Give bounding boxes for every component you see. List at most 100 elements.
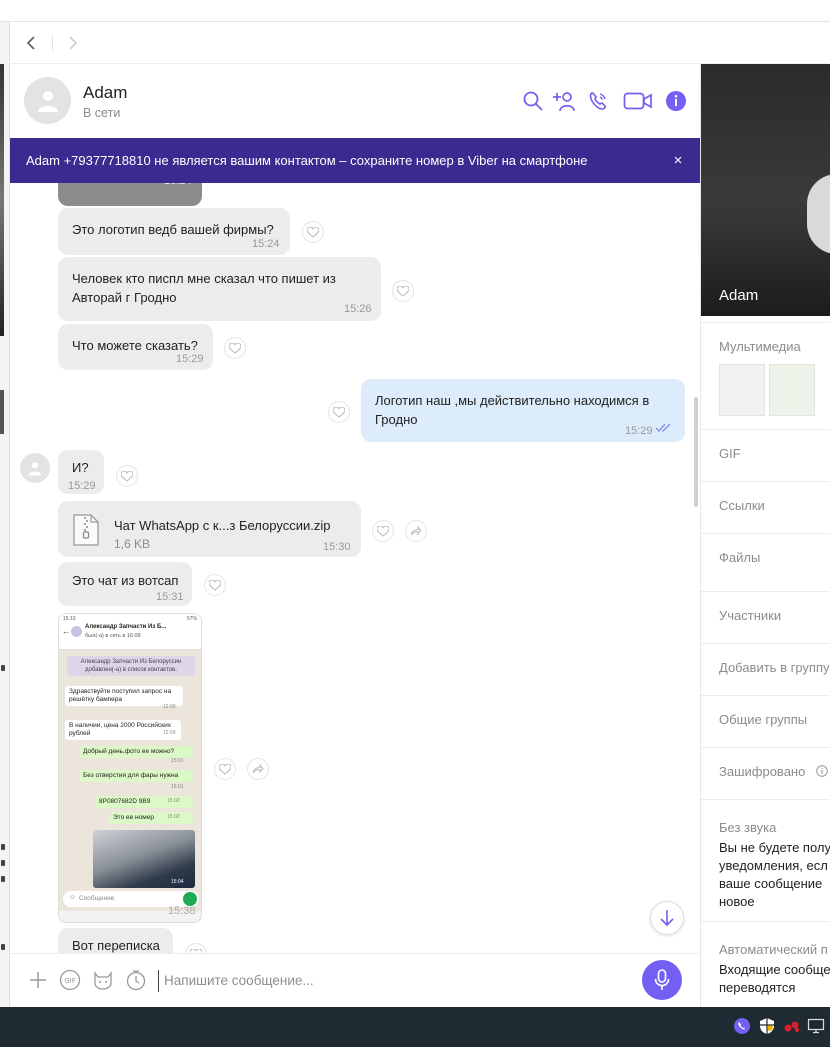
mute-section[interactable]: Без звука Вы не будете полу уведомления,…	[701, 799, 830, 921]
encryption-section[interactable]: Зашифровано	[701, 747, 830, 799]
close-icon: ×	[673, 151, 683, 169]
mute-desc-line: уведомления, есл	[719, 858, 828, 873]
image-message-time: 15:38	[168, 905, 196, 917]
contact-name[interactable]: Adam	[83, 83, 127, 103]
contact-info-panel: Adam Мультимедиа GIF Ссылки Файлы Участн…	[700, 64, 830, 1007]
image-message[interactable]: 15:10 57% ← Александр Запчасти Из Б... б…	[58, 613, 202, 923]
message-bubble-outgoing[interactable]: Логотип наш ,мы действительно находимся …	[361, 379, 685, 442]
shot-back-arrow: ←	[62, 627, 70, 636]
timer-icon	[126, 970, 146, 991]
like-button[interactable]	[302, 221, 324, 243]
shot-status-time: 15:10	[63, 616, 76, 622]
network-tray-button[interactable]	[807, 1017, 825, 1035]
plus-icon	[30, 972, 46, 988]
shot-contact-name: Александр Запчасти Из Б...	[85, 624, 167, 630]
message-bubble[interactable]: Вот переписка	[58, 928, 173, 953]
message-bubble-partial[interactable]: 15:24	[58, 183, 202, 206]
common-groups-label: Общие группы	[719, 712, 808, 727]
contact-avatar[interactable]	[24, 77, 71, 124]
media-thumbnail[interactable]	[769, 364, 815, 416]
like-button[interactable]	[328, 401, 350, 423]
participants-section[interactable]: Участники	[701, 591, 830, 643]
message-input[interactable]: Напишите сообщение...	[158, 970, 628, 992]
message-bubble[interactable]: Это чат из вотсап 15:31	[58, 562, 192, 606]
shot-photo-time: 15:04	[171, 879, 184, 885]
heart-icon	[397, 285, 409, 297]
message-scrollbar[interactable]	[694, 397, 698, 507]
video-call-button[interactable]	[622, 88, 654, 114]
message-text: Вот переписка	[72, 938, 160, 953]
forward-button[interactable]	[405, 520, 427, 542]
call-icon	[589, 92, 607, 110]
shot-battery: 57%	[186, 616, 197, 622]
sticker-button[interactable]	[91, 968, 115, 992]
share-icon	[410, 526, 422, 536]
forward-button[interactable]	[60, 30, 86, 56]
contact-cover-photo: Adam	[701, 64, 830, 316]
voice-message-button[interactable]	[642, 960, 682, 1000]
message-bubble[interactable]: И? 15:29	[58, 450, 104, 494]
message-list[interactable]: 15:24 Это логотип ведб вашей фирмы? 15:2…	[10, 183, 700, 953]
shot-time: 12:09	[163, 704, 176, 710]
info-icon	[666, 91, 686, 111]
auto-desc-line: переводятся	[719, 980, 796, 995]
links-section[interactable]: Ссылки	[701, 481, 830, 533]
shot-message: Это ее номер	[109, 812, 193, 824]
viber-icon	[734, 1018, 750, 1034]
sender-avatar[interactable]	[20, 453, 50, 483]
multimedia-label: Мультимедиа	[719, 339, 801, 354]
forward-button[interactable]	[247, 758, 269, 780]
message-time: 15:26	[344, 303, 372, 315]
search-button[interactable]	[520, 88, 546, 114]
banner-close-button[interactable]: ×	[668, 150, 688, 170]
like-button[interactable]	[372, 520, 394, 542]
like-button[interactable]	[392, 280, 414, 302]
security-tray-button[interactable]	[758, 1017, 776, 1035]
person-icon	[28, 461, 42, 475]
files-section[interactable]: Файлы	[701, 533, 830, 591]
call-button[interactable]	[585, 88, 611, 114]
background-window-strip	[0, 22, 10, 1007]
add-to-group-section[interactable]: Добавить в группу	[701, 643, 830, 695]
message-text: Человек кто писпл мне сказал что пишет и…	[72, 269, 336, 307]
media-thumbnail[interactable]	[719, 364, 765, 416]
gif-label: GIF	[719, 446, 741, 461]
microphone-icon	[654, 969, 670, 990]
search-icon	[523, 91, 543, 111]
common-groups-section[interactable]: Общие группы	[701, 695, 830, 747]
like-button[interactable]	[185, 943, 207, 953]
gif-icon: GIF	[59, 969, 81, 991]
file-message[interactable]: Чат WhatsApp с к...з Белоруссии.zip 1,6 …	[58, 501, 361, 557]
background-window-image-2	[0, 390, 4, 434]
gif-button[interactable]: GIF	[58, 968, 82, 992]
message-text: Это логотип ведб вашей фирмы?	[72, 222, 274, 237]
info-button[interactable]	[663, 88, 689, 114]
message-bubble[interactable]: Это логотип ведб вашей фирмы? 15:24	[58, 208, 290, 255]
message-time: 15:29	[625, 425, 653, 437]
auto-translate-section[interactable]: Автоматический п Входящие сообще перевод…	[701, 921, 830, 1007]
nav-separator	[52, 34, 53, 52]
shot-mic-icon	[183, 892, 197, 906]
app-tray-button[interactable]	[783, 1017, 801, 1035]
message-line: Авторай г Гродно	[72, 290, 177, 305]
gif-section[interactable]: GIF	[701, 429, 830, 481]
attach-button[interactable]	[26, 968, 50, 992]
background-mark	[1, 844, 5, 850]
like-button[interactable]	[204, 574, 226, 596]
video-icon	[623, 92, 652, 110]
info-contact-name: Adam	[719, 287, 759, 304]
message-bubble[interactable]: Человек кто писпл мне сказал что пишет и…	[58, 257, 381, 321]
shot-avatar	[71, 626, 82, 637]
viber-tray-button[interactable]	[733, 1017, 751, 1035]
participants-label: Участники	[719, 608, 782, 623]
message-time: 15:24	[164, 183, 192, 191]
heart-icon	[377, 525, 389, 537]
like-button[interactable]	[224, 337, 246, 359]
add-contact-button[interactable]	[551, 88, 577, 114]
like-button[interactable]	[214, 758, 236, 780]
back-button[interactable]	[18, 30, 44, 56]
timer-button[interactable]	[124, 968, 148, 992]
message-bubble[interactable]: Что можете сказать? 15:29	[58, 324, 213, 370]
like-button[interactable]	[116, 465, 138, 487]
scroll-to-bottom-button[interactable]	[650, 901, 684, 935]
